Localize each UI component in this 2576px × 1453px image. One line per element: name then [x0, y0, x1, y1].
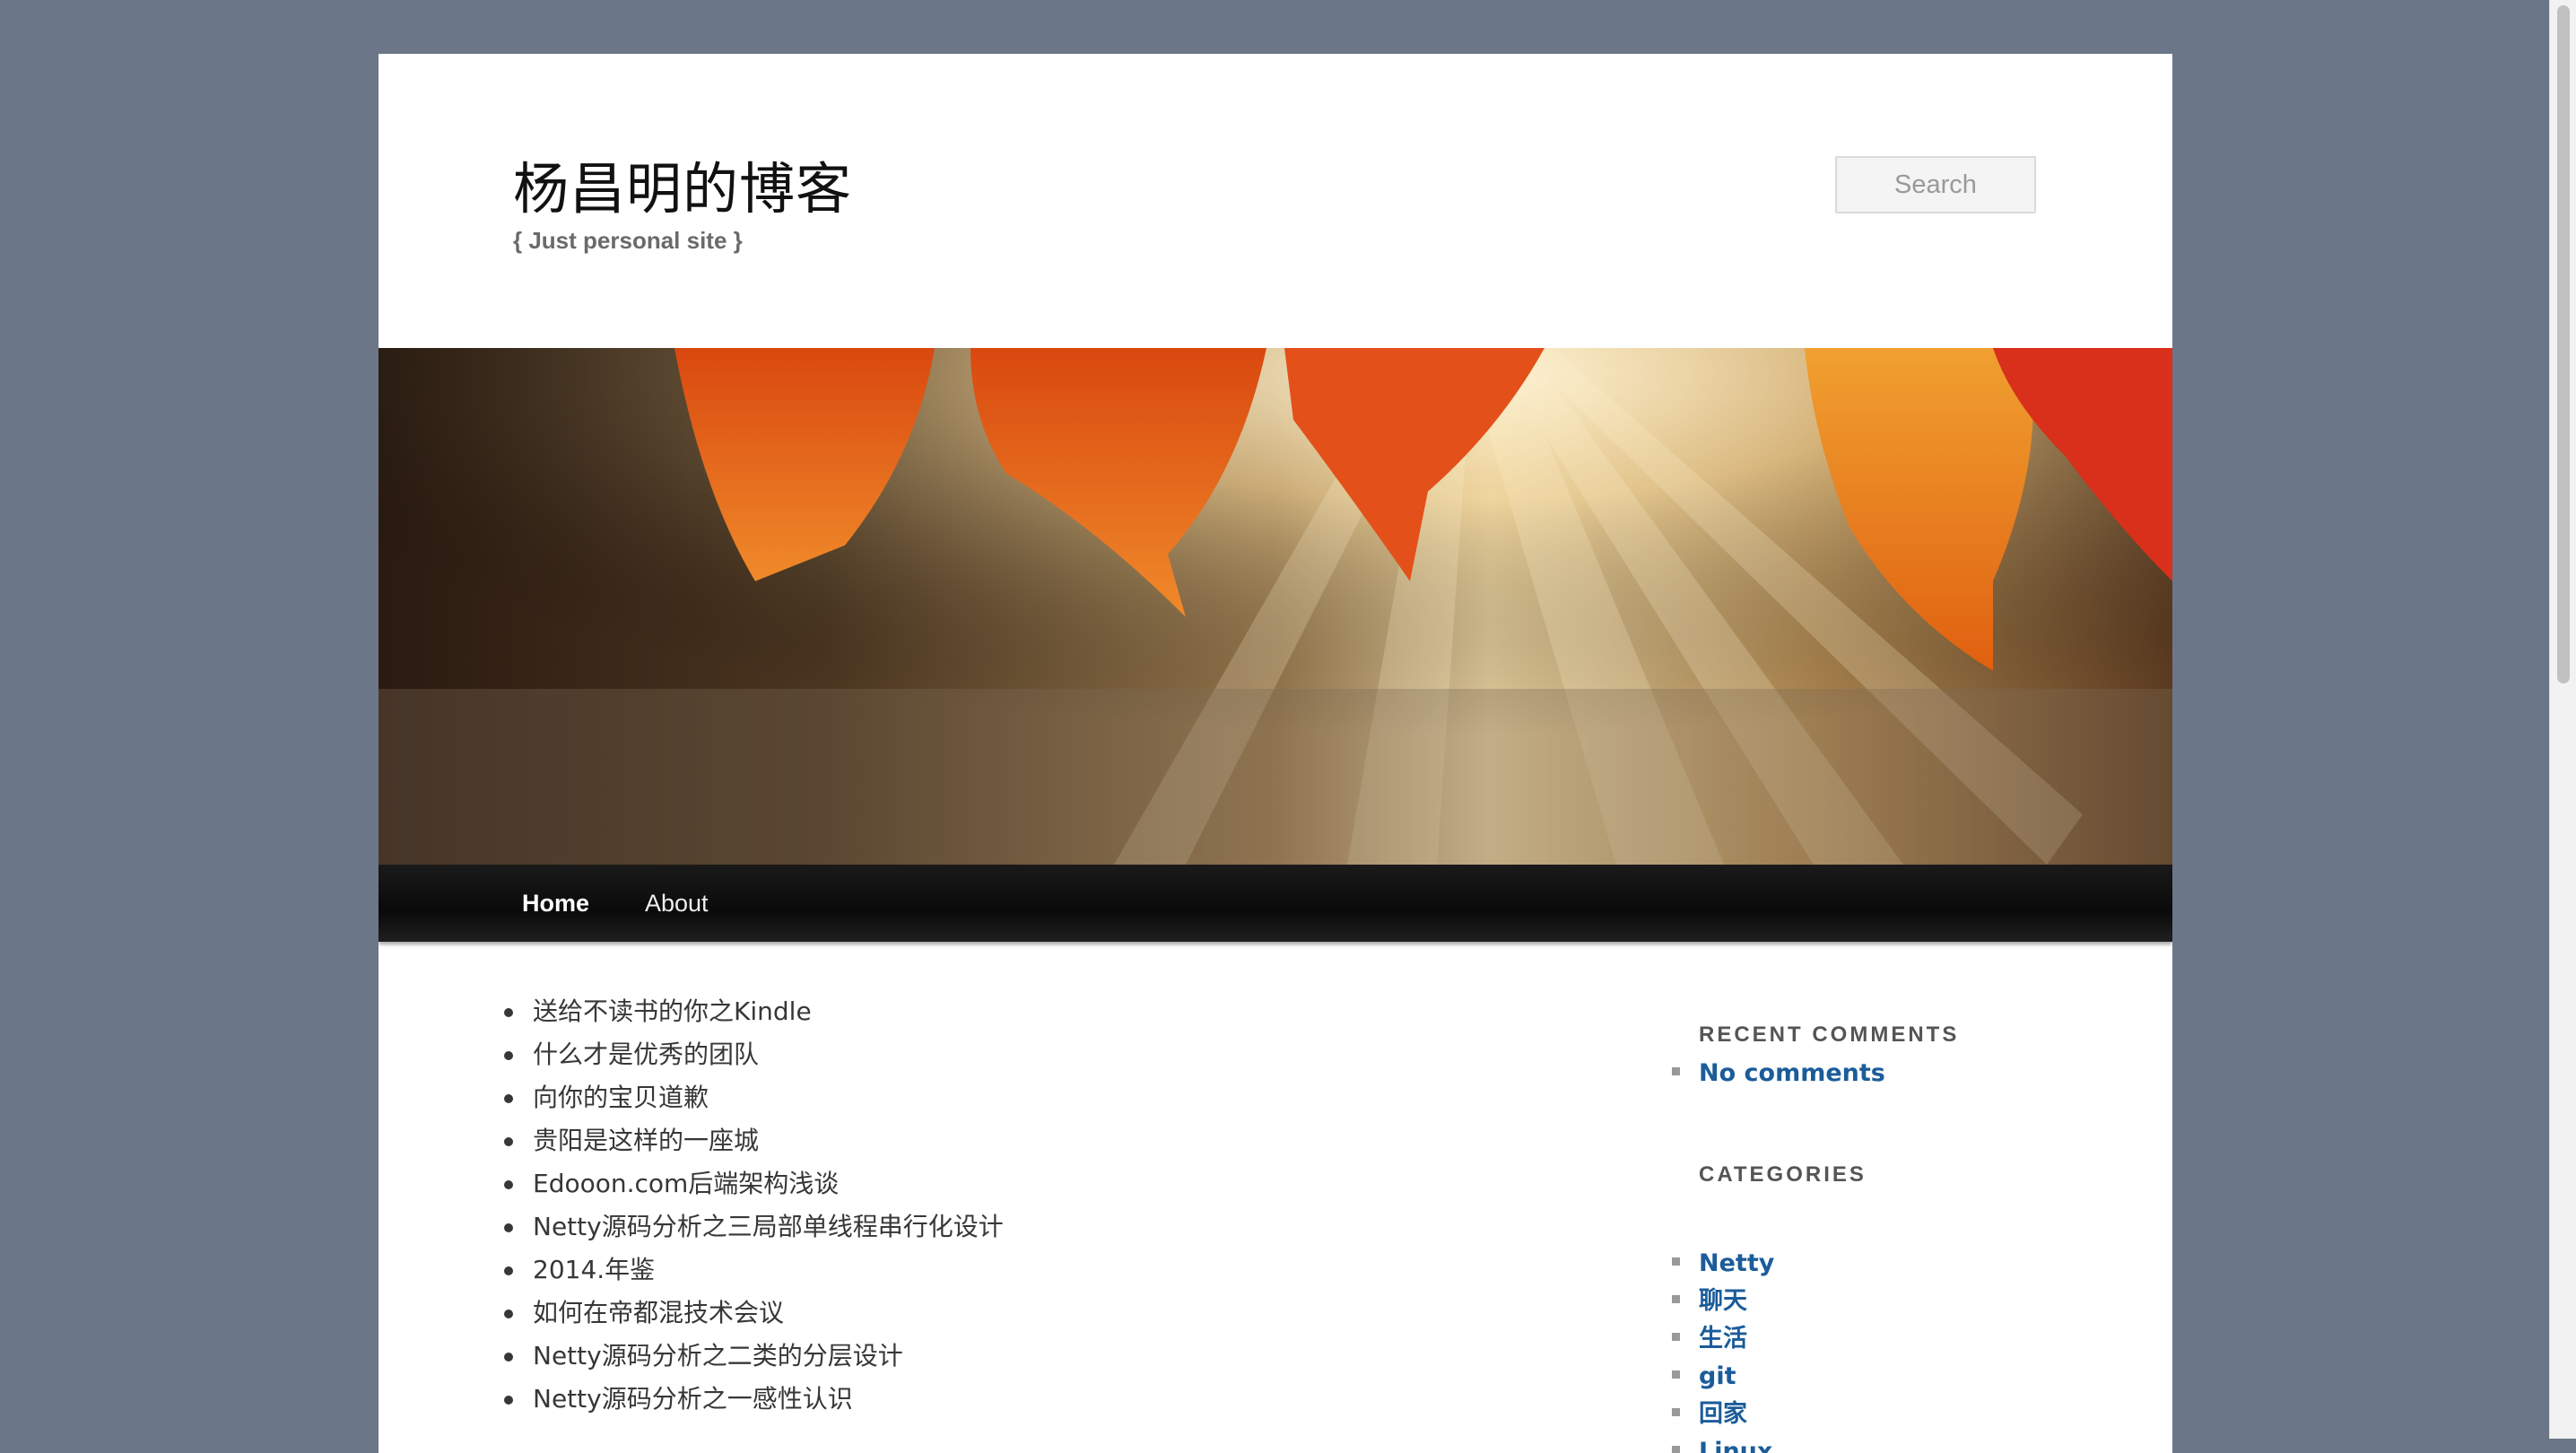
category-item[interactable]: git	[1670, 1358, 1774, 1396]
category-item[interactable]: Linux	[1670, 1433, 1774, 1453]
post-link[interactable]: 2014.年鉴	[504, 1249, 1004, 1292]
main-navigation: Home About	[379, 865, 2172, 942]
post-list: 送给不读书的你之Kindle 什么才是优秀的团队 向你的宝贝道歉 贵阳是这样的一…	[504, 990, 1004, 1421]
site-title[interactable]: 杨昌明的博客	[513, 144, 852, 224]
post-link[interactable]: Netty源码分析之一感性认识	[504, 1378, 1004, 1421]
post-link[interactable]: 贵阳是这样的一座城	[504, 1119, 1004, 1162]
post-link[interactable]: Netty源码分析之二类的分层设计	[504, 1335, 1004, 1378]
page-container: 杨昌明的博客 { Just personal site } Search Hom…	[379, 54, 2172, 1453]
post-link[interactable]: Edooon.com后端架构浅谈	[504, 1162, 1004, 1205]
site-description: { Just personal site }	[513, 227, 743, 254]
nav-item-about[interactable]: About	[645, 865, 709, 942]
recent-comments-list: No comments	[1670, 1055, 1885, 1092]
category-item[interactable]: 回家	[1670, 1396, 1774, 1433]
categories-title: CATEGORIES	[1699, 1162, 1867, 1187]
header-image	[379, 348, 2172, 865]
search-input[interactable]: Search	[1835, 156, 2036, 213]
post-link[interactable]: 送给不读书的你之Kindle	[504, 990, 1004, 1033]
post-link[interactable]: 如何在帝都混技术会议	[504, 1292, 1004, 1335]
recent-comment-item[interactable]: No comments	[1670, 1055, 1885, 1092]
category-item[interactable]: 聊天	[1670, 1283, 1774, 1320]
post-link[interactable]: Netty源码分析之三局部单线程串行化设计	[504, 1205, 1004, 1249]
post-link[interactable]: 向你的宝贝道歉	[504, 1076, 1004, 1119]
categories-list: Netty 聊天 生活 git 回家 Linux	[1670, 1245, 1774, 1453]
post-link[interactable]: 什么才是优秀的团队	[504, 1033, 1004, 1076]
scrollbar-thumb[interactable]	[2557, 5, 2570, 683]
category-item[interactable]: Netty	[1670, 1245, 1774, 1283]
recent-comments-title: RECENT COMMENTS	[1699, 1022, 1960, 1047]
nav-item-home[interactable]: Home	[522, 865, 589, 942]
vertical-scrollbar[interactable]	[2549, 0, 2576, 1439]
category-item[interactable]: 生活	[1670, 1320, 1774, 1358]
